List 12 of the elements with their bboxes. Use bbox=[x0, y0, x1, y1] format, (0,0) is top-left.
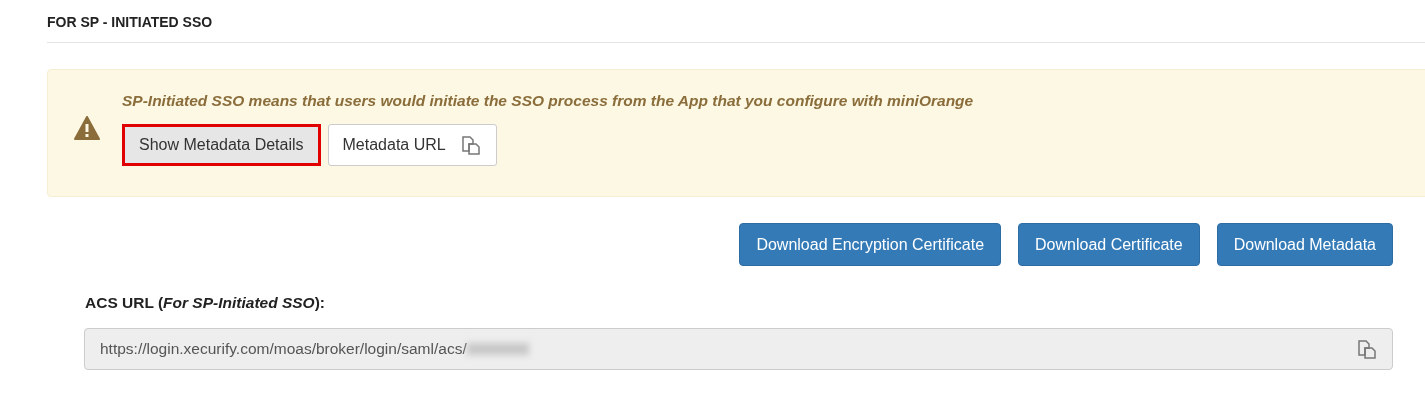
warning-icon bbox=[74, 116, 100, 140]
download-button[interactable]: Download Metadata bbox=[1216, 223, 1393, 266]
show-details-button[interactable]: Show Metadata Details bbox=[122, 124, 321, 166]
download-button[interactable]: Download Encryption Certificate bbox=[739, 223, 1002, 266]
field-label: ACS URL (For SP-Initiated SSO): bbox=[85, 294, 326, 312]
url-field[interactable]: https://login.xecurify.com/moas/broker/login/saml/acs/ bbox=[84, 328, 1393, 370]
copy-url-button[interactable]: Metadata URL bbox=[327, 124, 497, 166]
section-title: FOR SP - INITIATED SSO bbox=[47, 14, 1425, 43]
alert-message: SP-Initiated SSO means that users would initiate the SSO process from the App that you configure with miniOrange bbox=[122, 92, 974, 110]
copy-icon bbox=[459, 134, 482, 156]
download-button[interactable]: Download Certificate bbox=[1018, 223, 1200, 266]
copy-icon bbox=[1356, 338, 1378, 360]
